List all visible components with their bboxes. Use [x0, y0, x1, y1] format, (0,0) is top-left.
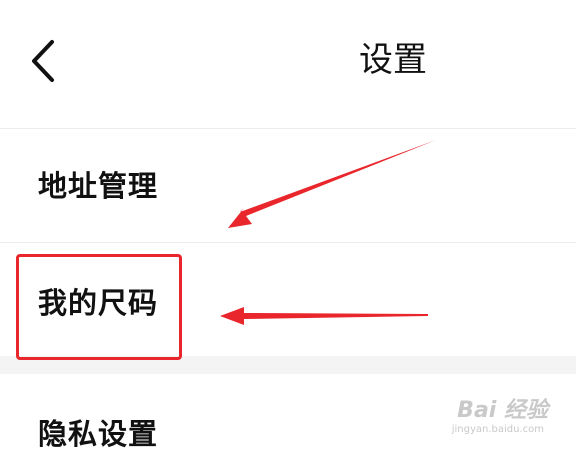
watermark-logo: Bai 经验	[457, 398, 548, 423]
highlight-box	[16, 254, 182, 360]
watermark-url: jingyan.baidu.com	[451, 424, 544, 435]
nav-header: 设置	[0, 0, 576, 128]
settings-item-label: 地址管理	[38, 169, 159, 203]
page-title: 设置	[359, 40, 427, 80]
settings-item-label: 隐私设置	[38, 417, 159, 451]
header-divider	[0, 128, 576, 129]
settings-item-address[interactable]: 地址管理	[0, 130, 576, 242]
